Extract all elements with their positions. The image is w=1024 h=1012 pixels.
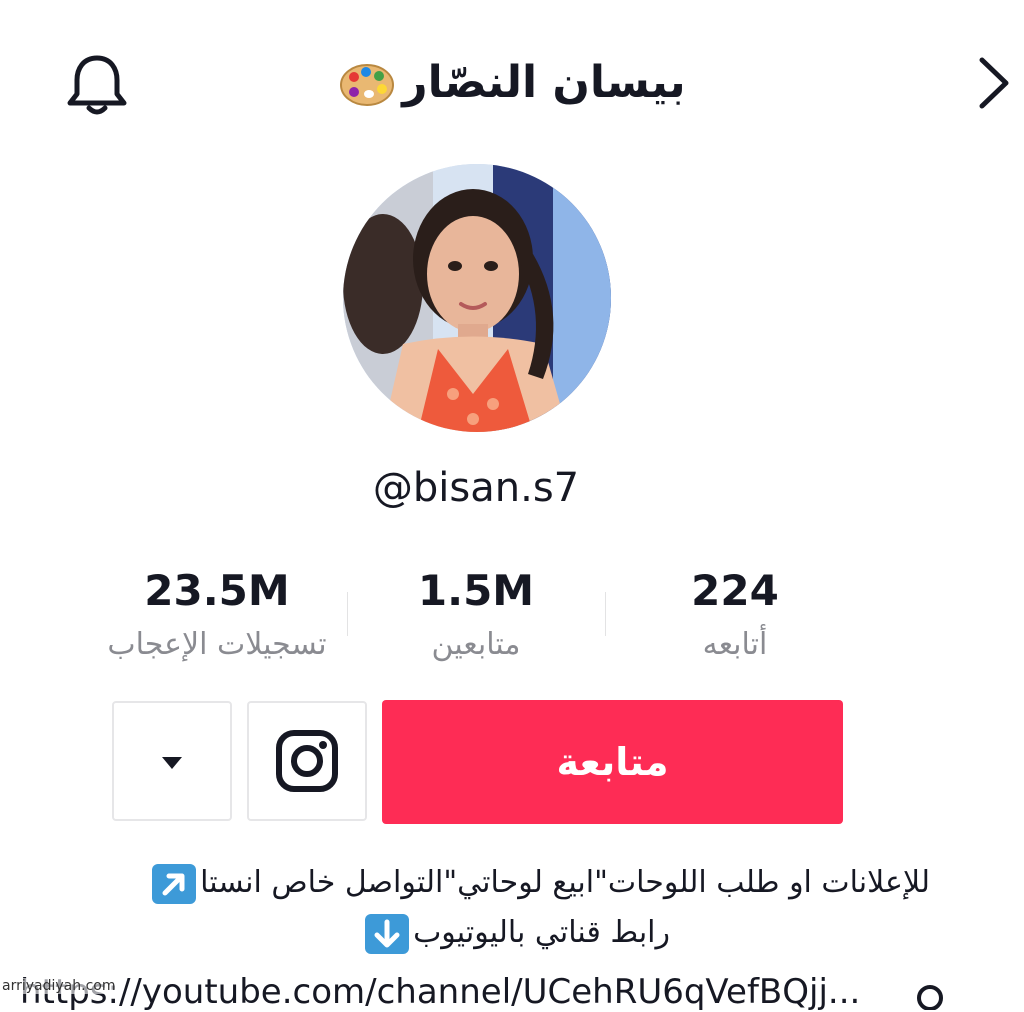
stat-likes[interactable]: 23.5M تسجيلات الإعجاب: [87, 562, 347, 670]
profile-link[interactable]: https://youtube.com/channel/UCehRU6qVefB…: [20, 972, 980, 1012]
likes-count: 23.5M: [144, 566, 290, 615]
instagram-button[interactable]: [247, 701, 367, 821]
avatar-image: [343, 164, 611, 432]
artist-palette-icon: [340, 64, 395, 106]
watermark: arriyadiyah.com: [2, 978, 116, 994]
stat-followers[interactable]: 1.5M متابعين: [346, 562, 606, 670]
instagram-icon: [276, 730, 338, 792]
caret-down-icon: [162, 757, 182, 769]
follow-button[interactable]: متابعة: [382, 700, 843, 824]
down-arrow-icon: [365, 913, 410, 954]
following-count: 224: [691, 566, 779, 615]
profile-bio: للإعلانات او طلب اللوحات"ابيع لوحاتي"الت…: [30, 858, 930, 958]
username-handle: @bisan.s7: [372, 465, 580, 511]
following-label: أتابعه: [702, 627, 768, 662]
likes-label: تسجيلات الإعجاب: [107, 627, 327, 662]
more-options-button[interactable]: [112, 701, 232, 821]
profile-title: بيسان النصّار: [0, 48, 1024, 118]
stat-following[interactable]: 224 أتابعه: [605, 562, 865, 670]
chevron-right-icon[interactable]: [970, 48, 1020, 118]
followers-count: 1.5M: [417, 566, 535, 615]
bio-text-2: رابط قناتي باليوتيوب: [413, 915, 670, 950]
bio-line-1: للإعلانات او طلب اللوحات"ابيع لوحاتي"الت…: [30, 858, 930, 908]
followers-label: متابعين: [431, 627, 521, 662]
bio-line-2: رابط قناتي باليوتيوب: [30, 908, 670, 958]
stat-divider: [347, 592, 348, 636]
bio-text-1: للإعلانات او طلب اللوحات"ابيع لوحاتي"الت…: [200, 865, 930, 900]
profile-header: بيسان النصّار: [0, 0, 1024, 170]
link-icon: [917, 985, 943, 1010]
up-right-arrow-icon: [152, 863, 197, 904]
profile-avatar[interactable]: [343, 164, 611, 432]
title-text: بيسان النصّار: [402, 57, 686, 108]
